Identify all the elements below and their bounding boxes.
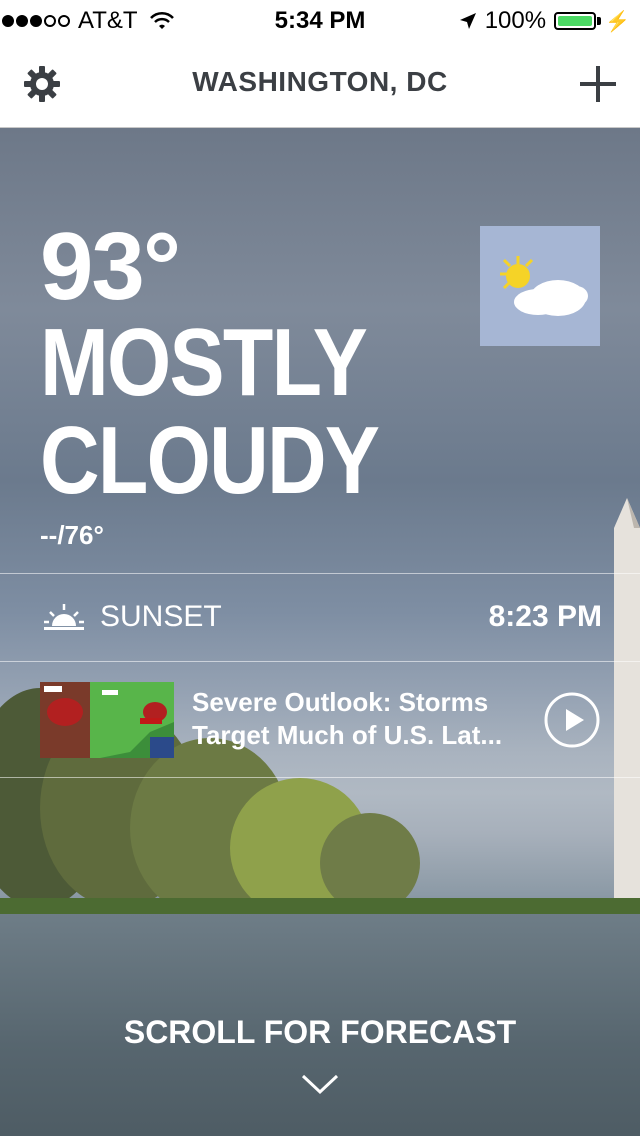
battery-tip	[597, 17, 602, 25]
condition-line-2: CLOUDY	[40, 407, 380, 514]
partly-cloudy-graphic	[500, 256, 588, 316]
video-title-line-1: Severe Outlook: Storms	[192, 687, 489, 717]
divider	[0, 777, 640, 778]
sunset-time: 8:23 PM	[488, 600, 602, 633]
sunset-row: SUNSET 8:23 PM	[0, 574, 640, 662]
battery-percent: 100%	[484, 7, 547, 34]
sunset-label: SUNSET	[100, 600, 222, 633]
status-right: 100% ⚡	[459, 7, 630, 35]
current-condition: MOSTLY CLOUDY	[40, 309, 380, 514]
weather-hero: 93° MOSTLY CLOUDY --/76° SUNSET 8:23 PM …	[0, 128, 640, 1136]
nav-bar: WASHINGTON, DC	[0, 40, 640, 128]
battery-icon	[554, 12, 597, 30]
partly-cloudy-icon	[480, 226, 600, 346]
location-arrow-icon	[459, 13, 476, 29]
hi-lo-temperature: --/76°	[40, 520, 104, 550]
lawn-strip	[0, 898, 640, 914]
chevron-down-icon[interactable]	[300, 1072, 340, 1096]
play-icon[interactable]	[544, 692, 600, 748]
condition-line-1: MOSTLY	[40, 309, 368, 416]
current-temperature: 93°	[40, 213, 181, 320]
video-thumbnail[interactable]	[40, 682, 174, 758]
scroll-for-forecast[interactable]: SCROLL FOR FORECAST	[0, 1014, 640, 1051]
sunset-icon	[44, 604, 84, 630]
status-bar: AT&T 5:34 PM 100% ⚡	[0, 0, 640, 40]
radar-map-thumbnail	[40, 682, 174, 758]
video-title[interactable]: Severe Outlook: Storms Target Much of U.…	[192, 686, 542, 752]
plus-icon[interactable]	[578, 64, 618, 104]
battery-fill	[558, 16, 593, 26]
location-title[interactable]: WASHINGTON, DC	[0, 66, 640, 98]
video-row[interactable]: Severe Outlook: Storms Target Much of U.…	[0, 662, 640, 778]
charging-bolt-icon: ⚡	[605, 10, 630, 33]
video-title-line-2: Target Much of U.S. Lat...	[192, 720, 503, 750]
